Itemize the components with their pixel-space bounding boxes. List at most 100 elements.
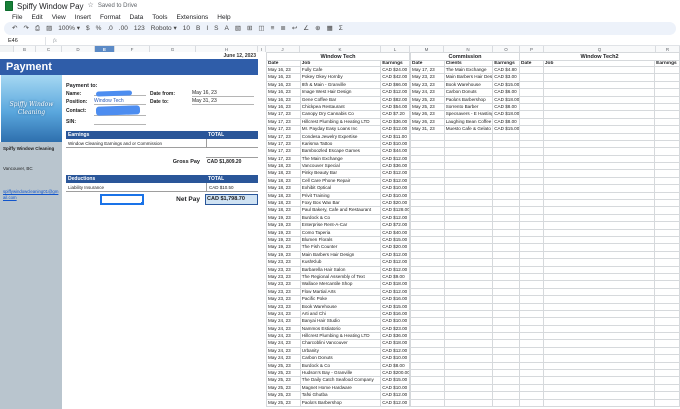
cell-client[interactable]: Main Barbers Hair Design xyxy=(444,74,494,82)
cell-job[interactable]: Canopy Dry Cannabis Co xyxy=(300,111,382,119)
cell-job[interactable]: Wallace Mercantile Shop xyxy=(300,281,382,289)
cell-job[interactable]: Banyai Hair Studio xyxy=(300,318,382,326)
cell-earnings[interactable] xyxy=(493,148,520,156)
menu-item[interactable]: Help xyxy=(213,14,234,21)
cell-date[interactable]: May 18, 23 xyxy=(267,192,301,201)
cell-earnings[interactable] xyxy=(655,67,680,75)
cell-date[interactable] xyxy=(520,81,544,90)
cell-job[interactable] xyxy=(543,244,656,252)
menu-item[interactable]: Extensions xyxy=(172,14,212,21)
contact-label[interactable]: Contact: xyxy=(66,108,86,114)
cell-date[interactable]: May 24, 23 xyxy=(267,318,301,326)
cell-date[interactable] xyxy=(411,148,445,156)
text-color-button[interactable]: A xyxy=(224,22,228,35)
cell-earnings[interactable]: CAD $20.00 xyxy=(381,200,410,208)
cell-date[interactable]: May 24, 23 xyxy=(267,310,301,319)
cell-earnings[interactable] xyxy=(655,103,680,112)
cell-earnings[interactable]: CAD $8.00 xyxy=(381,362,410,371)
cell-earnings[interactable] xyxy=(493,370,520,378)
cell-client[interactable] xyxy=(444,177,494,186)
cell-earnings[interactable] xyxy=(655,200,680,208)
cell-date[interactable]: May 17, 23 xyxy=(411,67,445,75)
name-label[interactable]: Name: xyxy=(66,91,81,97)
cell-client[interactable] xyxy=(444,362,494,371)
spreadsheet-canvas[interactable]: June 12, 2023 Payment Spiffy Window Clea… xyxy=(0,52,680,409)
italic-button[interactable]: I xyxy=(206,22,208,35)
cell-client[interactable] xyxy=(444,355,494,363)
cell-date[interactable]: May 17, 23 xyxy=(267,111,301,119)
cell-date[interactable]: May 17, 23 xyxy=(267,118,301,127)
cell-earnings[interactable]: CAD $16.00 xyxy=(381,296,410,304)
gross-pay-value[interactable]: CAD $1,809.20 xyxy=(206,157,258,167)
earnings-row-label[interactable]: Window Cleaning Earnings and or Commissi… xyxy=(66,139,206,147)
cell-date[interactable] xyxy=(520,288,544,297)
cell-date[interactable] xyxy=(520,207,544,215)
header-job[interactable]: Job xyxy=(543,60,656,67)
cell-job[interactable] xyxy=(543,185,656,193)
cell-date[interactable] xyxy=(411,310,445,319)
cell-client[interactable] xyxy=(444,185,494,193)
cell-client[interactable] xyxy=(444,170,494,178)
cell-date[interactable]: May 25, 23 xyxy=(267,392,301,400)
cell-earnings[interactable] xyxy=(493,200,520,208)
cell-client[interactable]: Specsavers - E Hastings xyxy=(444,111,494,119)
cell-earnings[interactable]: CAD $15.00 xyxy=(381,236,410,245)
deductions-row-value[interactable]: CAD $10.50 xyxy=(206,183,258,191)
cell-job[interactable]: Enterprise Rent-A-Car xyxy=(300,222,382,230)
cell-date[interactable] xyxy=(520,89,544,97)
cell-client[interactable] xyxy=(444,303,494,311)
font-size-input[interactable]: 10 xyxy=(183,22,190,35)
cell-earnings[interactable]: CAD $20.00 xyxy=(381,244,410,252)
cell-earnings[interactable]: CAD $66.00 xyxy=(381,81,410,90)
cell-client[interactable] xyxy=(444,325,494,334)
cell-job[interactable] xyxy=(543,236,656,245)
cell-date[interactable]: May 18, 23 xyxy=(267,185,301,193)
cell-client[interactable] xyxy=(444,333,494,341)
cell-job[interactable]: Urbanity xyxy=(300,347,382,356)
cell-date[interactable] xyxy=(520,148,544,156)
cell-earnings[interactable] xyxy=(493,177,520,186)
cell-earnings[interactable] xyxy=(655,377,680,385)
cell-date[interactable]: May 16, 23 xyxy=(267,74,301,82)
cell-date[interactable]: May 25, 23 xyxy=(267,377,301,385)
cell-client[interactable] xyxy=(444,163,494,171)
cell-earnings[interactable] xyxy=(493,399,520,407)
cell-earnings[interactable] xyxy=(493,355,520,363)
cell-date[interactable] xyxy=(520,325,544,334)
cell-earnings[interactable] xyxy=(655,155,680,164)
cell-job[interactable] xyxy=(543,81,656,90)
cell-earnings[interactable] xyxy=(655,325,680,334)
cell-job[interactable]: Pinky Beauty Bar xyxy=(300,170,382,178)
cell-job[interactable] xyxy=(543,288,656,297)
cell-earnings[interactable] xyxy=(655,347,680,356)
cell-date[interactable] xyxy=(520,310,544,319)
gross-pay-label[interactable]: Gross Pay xyxy=(173,159,200,165)
cell-date[interactable] xyxy=(411,392,445,400)
cell-earnings[interactable] xyxy=(493,251,520,260)
cell-earnings[interactable]: CAD $36.00 xyxy=(381,163,410,171)
cell-job[interactable] xyxy=(543,340,656,348)
cell-job[interactable]: Paola's Barbershop xyxy=(300,399,382,407)
cell-date[interactable]: May 18, 23 xyxy=(267,207,301,215)
company-email-link[interactable]: spiffywindowcleaning01@gmail.com xyxy=(3,189,59,201)
cell-date[interactable] xyxy=(411,259,445,267)
cell-date[interactable] xyxy=(520,222,544,230)
number-format-button[interactable]: 123 xyxy=(134,22,145,35)
vertical-align-button[interactable]: ≣ xyxy=(280,22,285,35)
cell-date[interactable]: May 18, 23 xyxy=(267,177,301,186)
insert-chart-button[interactable]: ▦ xyxy=(327,22,333,35)
cell-date[interactable] xyxy=(520,133,544,141)
cell-job[interactable]: KushKlub xyxy=(300,259,382,267)
cell-earnings[interactable] xyxy=(493,214,520,223)
cell-earnings[interactable] xyxy=(655,207,680,215)
cell-date[interactable] xyxy=(520,96,544,104)
cell-client[interactable] xyxy=(444,288,494,297)
header-earnings[interactable]: Earnings xyxy=(493,60,520,67)
cell-job[interactable]: The Regional Assembly of Text xyxy=(300,273,382,282)
cell-date[interactable]: May 26, 23 xyxy=(411,111,445,119)
company-name[interactable]: Spiffy Window Cleaning xyxy=(3,146,59,151)
cell-earnings[interactable]: CAD $10.00 xyxy=(381,185,410,193)
cell-job[interactable] xyxy=(543,140,656,149)
cell-date[interactable] xyxy=(520,236,544,245)
cell-job[interactable] xyxy=(543,273,656,282)
